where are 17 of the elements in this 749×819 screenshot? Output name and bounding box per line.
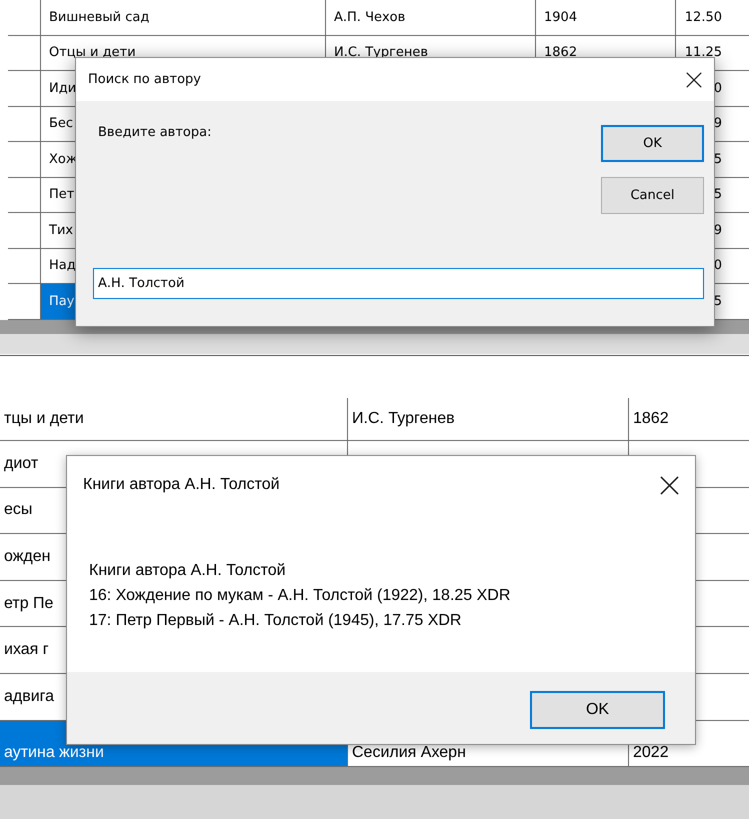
scrollbar[interactable] xyxy=(0,767,749,786)
prompt-label: Введите автора: xyxy=(97,125,212,140)
message-line: Книги автора А.Н. Толстой xyxy=(89,561,287,581)
dialog-title: Поиск по автору xyxy=(88,72,201,87)
cancel-button[interactable]: Cancel xyxy=(601,177,704,214)
table-cell: 12.50 xyxy=(675,0,749,36)
table-cell: Вишневый сад xyxy=(40,0,325,36)
author-field[interactable]: А.Н. Толстой xyxy=(93,268,704,299)
table-cell: И.С. Тургенев xyxy=(347,398,628,441)
close-icon[interactable] xyxy=(686,72,702,88)
close-icon[interactable] xyxy=(660,476,679,494)
table-cell: 1862 xyxy=(628,398,749,441)
ok-button[interactable]: OK xyxy=(601,125,704,162)
ok-button[interactable]: OK xyxy=(530,691,665,729)
table-cell: 1904 xyxy=(535,0,675,36)
table-cell: тцы и дети xyxy=(0,398,347,441)
table-cell: А.П. Чехов xyxy=(325,0,535,36)
